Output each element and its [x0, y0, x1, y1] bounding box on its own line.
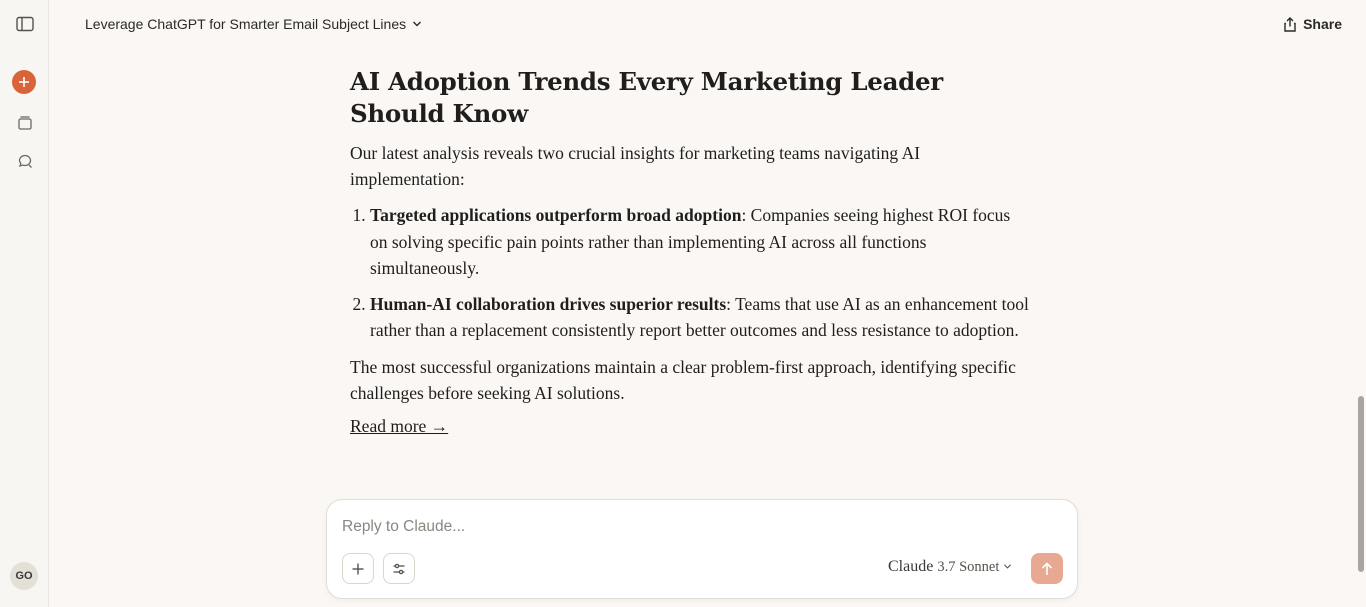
list-item-bold: Human-AI collaboration drives superior r… [370, 293, 727, 314]
sidebar-toggle-icon[interactable] [12, 11, 37, 36]
list-item-bold: Targeted applications outperform broad a… [370, 205, 742, 225]
model-selector[interactable]: Claude 3.7 Sonnet [888, 558, 1012, 576]
sidebar: GO [0, 0, 49, 607]
article-intro: Our latest analysis reveals two crucial … [350, 143, 921, 189]
read-more-link[interactable]: Read more → [350, 416, 448, 437]
list-item: Human-AI collaboration drives superior r… [370, 291, 1030, 344]
article-closing: The most successful organizations mainta… [350, 356, 1016, 403]
message-content: AI Adoption Trends Every Marketing Leade… [350, 66, 1030, 437]
chevron-down-icon [413, 21, 422, 27]
chevron-down-icon [1004, 564, 1012, 569]
model-name: Claude [888, 558, 934, 575]
plus-icon [352, 563, 364, 574]
article-heading: AI Adoption Trends Every Marketing Leade… [350, 67, 943, 128]
share-icon [1284, 16, 1296, 32]
model-version: 3.7 Sonnet [937, 559, 1000, 575]
search-icon[interactable] [12, 148, 37, 173]
plus-icon [19, 77, 29, 87]
list-item: Targeted applications outperform broad a… [370, 202, 1030, 282]
conversation-title-button[interactable]: Leverage ChatGPT for Smarter Email Subje… [85, 14, 422, 34]
avatar[interactable]: GO [10, 562, 38, 590]
reply-input[interactable]: Reply to Claude... [342, 518, 465, 536]
insights-list: Targeted applications outperform broad a… [350, 202, 1030, 344]
add-attachment-button[interactable] [342, 553, 374, 584]
scrollbar-thumb[interactable] [1358, 396, 1364, 572]
share-label: Share [1303, 16, 1342, 32]
share-button[interactable]: Share [1283, 13, 1342, 35]
chats-icon[interactable] [12, 110, 37, 135]
scrollbar[interactable] [1356, 0, 1366, 607]
avatar-initials: GO [15, 570, 33, 582]
conversation-title: Leverage ChatGPT for Smarter Email Subje… [85, 16, 407, 32]
arrow-up-icon [1041, 561, 1053, 575]
new-chat-button[interactable] [12, 70, 36, 94]
reply-composer: Reply to Claude... Claude 3.7 Sonnet [326, 499, 1078, 599]
send-button[interactable] [1031, 553, 1063, 584]
sliders-icon [393, 563, 405, 574]
tools-button[interactable] [383, 553, 415, 584]
